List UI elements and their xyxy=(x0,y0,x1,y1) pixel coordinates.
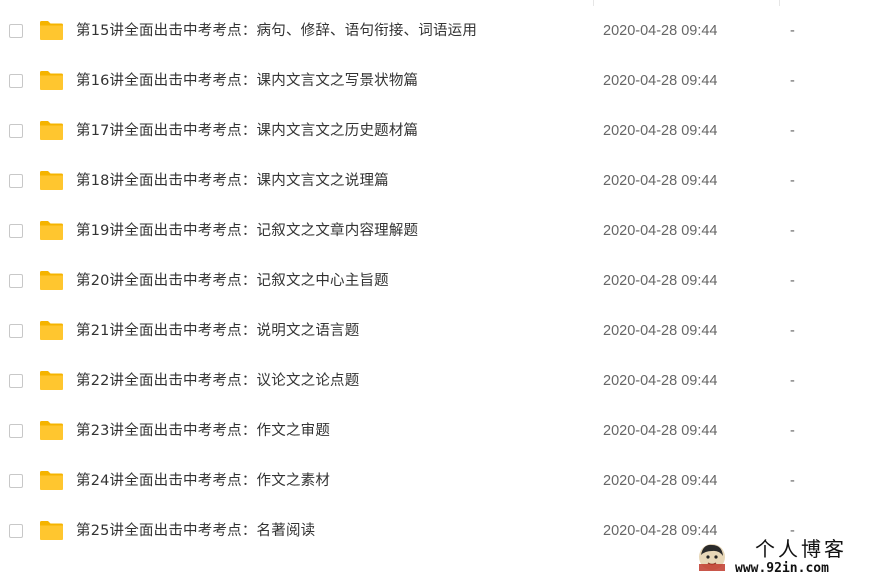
row-checkbox[interactable] xyxy=(9,424,23,438)
file-modified-date: 2020-04-28 09:44 xyxy=(603,223,718,239)
file-modified-date: 2020-04-28 09:44 xyxy=(603,323,718,339)
file-modified-date: 2020-04-28 09:44 xyxy=(603,473,718,489)
file-row[interactable]: 第16讲全面出击中考考点：课内文言文之写景状物篇 2020-04-28 09:44… xyxy=(0,57,887,107)
watermark: 个人博客 www.92in.com xyxy=(694,535,884,579)
folder-icon[interactable] xyxy=(39,520,64,541)
folder-icon[interactable] xyxy=(39,170,64,191)
watermark-url: www.92in.com xyxy=(735,561,829,576)
folder-icon[interactable] xyxy=(39,20,64,41)
file-modified-date: 2020-04-28 09:44 xyxy=(603,373,718,389)
file-row[interactable]: 第15讲全面出击中考考点：病句、修辞、语句衔接、词语运用 2020-04-28 0… xyxy=(0,7,887,57)
folder-icon[interactable] xyxy=(39,70,64,91)
file-list: 第15讲全面出击中考考点：病句、修辞、语句衔接、词语运用 2020-04-28 0… xyxy=(0,0,887,581)
file-name-link[interactable]: 第16讲全面出击中考考点：课内文言文之写景状物篇 xyxy=(76,71,418,91)
file-size: - xyxy=(790,173,795,189)
file-name-link[interactable]: 第25讲全面出击中考考点：名著阅读 xyxy=(76,521,315,541)
watermark-title: 个人博客 xyxy=(755,537,847,561)
folder-icon[interactable] xyxy=(39,120,64,141)
folder-icon[interactable] xyxy=(39,370,64,391)
file-size: - xyxy=(790,273,795,289)
row-checkbox[interactable] xyxy=(9,24,23,38)
file-name-link[interactable]: 第20讲全面出击中考考点：记叙文之中心主旨题 xyxy=(76,271,389,291)
file-modified-date: 2020-04-28 09:44 xyxy=(603,173,718,189)
file-name-link[interactable]: 第22讲全面出击中考考点：议论文之论点题 xyxy=(76,371,359,391)
file-row[interactable]: 第20讲全面出击中考考点：记叙文之中心主旨题 2020-04-28 09:44 - xyxy=(0,257,887,307)
file-name-link[interactable]: 第24讲全面出击中考考点：作文之素材 xyxy=(76,471,330,491)
row-checkbox[interactable] xyxy=(9,224,23,238)
row-checkbox[interactable] xyxy=(9,174,23,188)
date-column-divider xyxy=(593,0,594,6)
file-size: - xyxy=(790,373,795,389)
file-name-link[interactable]: 第23讲全面出击中考考点：作文之审题 xyxy=(76,421,330,441)
file-size: - xyxy=(790,73,795,89)
size-column-divider xyxy=(779,0,780,6)
file-size: - xyxy=(790,223,795,239)
row-checkbox[interactable] xyxy=(9,474,23,488)
file-row[interactable]: 第22讲全面出击中考考点：议论文之论点题 2020-04-28 09:44 - xyxy=(0,357,887,407)
folder-icon[interactable] xyxy=(39,320,64,341)
file-name-link[interactable]: 第18讲全面出击中考考点：课内文言文之说理篇 xyxy=(76,171,389,191)
folder-icon[interactable] xyxy=(39,470,64,491)
file-name-link[interactable]: 第21讲全面出击中考考点：说明文之语言题 xyxy=(76,321,359,341)
row-checkbox[interactable] xyxy=(9,324,23,338)
file-row[interactable]: 第24讲全面出击中考考点：作文之素材 2020-04-28 09:44 - xyxy=(0,457,887,507)
file-name-link[interactable]: 第15讲全面出击中考考点：病句、修辞、语句衔接、词语运用 xyxy=(76,21,477,41)
row-checkbox[interactable] xyxy=(9,274,23,288)
file-modified-date: 2020-04-28 09:44 xyxy=(603,123,718,139)
file-modified-date: 2020-04-28 09:44 xyxy=(603,423,718,439)
file-size: - xyxy=(790,473,795,489)
file-modified-date: 2020-04-28 09:44 xyxy=(603,273,718,289)
file-rows: 第15讲全面出击中考考点：病句、修辞、语句衔接、词语运用 2020-04-28 0… xyxy=(0,7,887,557)
row-checkbox[interactable] xyxy=(9,124,23,138)
file-row[interactable]: 第21讲全面出击中考考点：说明文之语言题 2020-04-28 09:44 - xyxy=(0,307,887,357)
file-size: - xyxy=(790,323,795,339)
folder-icon[interactable] xyxy=(39,420,64,441)
file-size: - xyxy=(790,23,795,39)
file-size: - xyxy=(790,423,795,439)
row-checkbox[interactable] xyxy=(9,74,23,88)
file-name-link[interactable]: 第17讲全面出击中考考点：课内文言文之历史题材篇 xyxy=(76,121,418,141)
avatar-icon xyxy=(697,542,727,572)
file-row[interactable]: 第23讲全面出击中考考点：作文之审题 2020-04-28 09:44 - xyxy=(0,407,887,457)
file-size: - xyxy=(790,123,795,139)
file-modified-date: 2020-04-28 09:44 xyxy=(603,23,718,39)
file-row[interactable]: 第17讲全面出击中考考点：课内文言文之历史题材篇 2020-04-28 09:44… xyxy=(0,107,887,157)
file-modified-date: 2020-04-28 09:44 xyxy=(603,73,718,89)
folder-icon[interactable] xyxy=(39,270,64,291)
file-row[interactable]: 第19讲全面出击中考考点：记叙文之文章内容理解题 2020-04-28 09:44… xyxy=(0,207,887,257)
row-checkbox[interactable] xyxy=(9,374,23,388)
file-name-link[interactable]: 第19讲全面出击中考考点：记叙文之文章内容理解题 xyxy=(76,221,418,241)
folder-icon[interactable] xyxy=(39,220,64,241)
row-checkbox[interactable] xyxy=(9,524,23,538)
file-row[interactable]: 第18讲全面出击中考考点：课内文言文之说理篇 2020-04-28 09:44 - xyxy=(0,157,887,207)
